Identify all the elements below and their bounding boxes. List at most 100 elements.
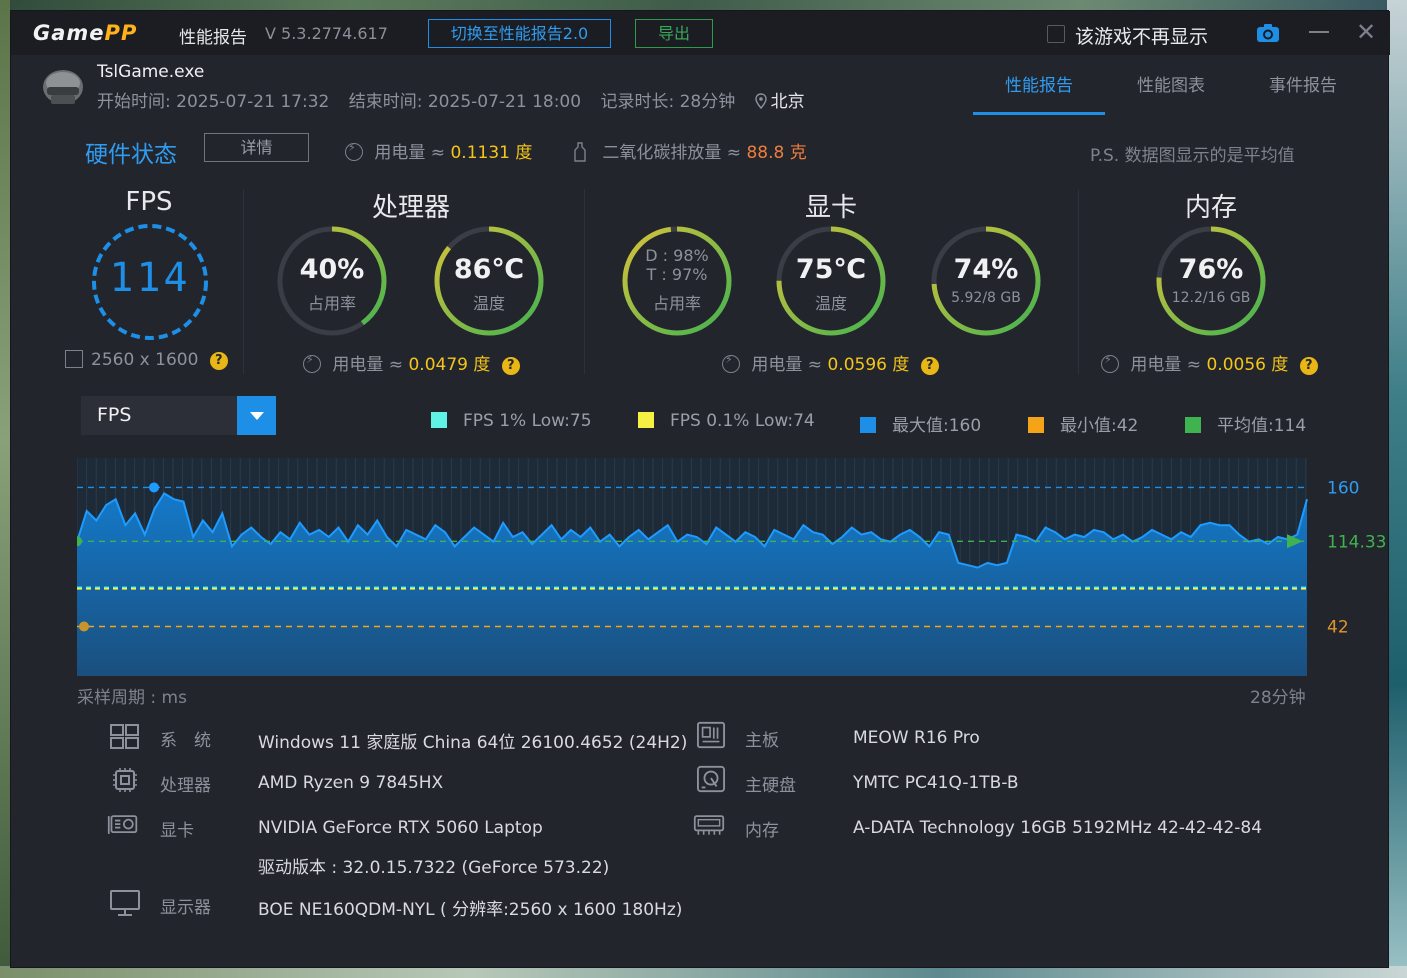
memory-usage-value: 76% <box>1178 254 1244 285</box>
fps-gauge: 114 <box>90 222 210 342</box>
help-icon[interactable]: ? <box>209 352 228 370</box>
gpu-section-title: 显卡 <box>804 193 857 223</box>
power-icon <box>345 141 363 161</box>
max-value-label: 160 <box>1327 478 1359 498</box>
legend-label: 最小值:42 <box>1060 416 1139 436</box>
windows-icon <box>110 724 139 749</box>
motherboard-icon <box>697 721 725 749</box>
export-button[interactable]: 导出 <box>635 19 713 48</box>
legend-item: FPS 0.1% Low:74 <box>638 411 815 431</box>
legend-swatch <box>431 412 447 428</box>
total-power-value: 0.1131 度 <box>450 143 533 163</box>
record-duration: 记录时长: 28分钟 <box>600 92 736 112</box>
minimize-icon[interactable] <box>1309 31 1329 33</box>
os-value: Windows 11 家庭版 China 64位 26100.4652 (24H… <box>258 733 688 753</box>
help-icon[interactable]: ? <box>1299 357 1318 375</box>
dont-show-label[interactable]: 该游戏不再显示 <box>1075 22 1208 49</box>
title-bar: GamePP 性能报告 V 5.3.2774.617 切换至性能报告2.0 导出… <box>11 11 1390 55</box>
details-button[interactable]: 详情 <box>204 133 309 162</box>
cpu-temp-value: 86℃ <box>453 254 525 285</box>
monitor-label: 显示器 <box>160 898 211 918</box>
memory-power-value: 0.0056 度 <box>1206 355 1289 375</box>
cpu-power-label: 用电量 ≈ <box>332 355 404 375</box>
power-icon <box>722 353 740 373</box>
monitor-value: BOE NE160QDM-NYL ( 分辨率:2560 x 1600 180Hz… <box>258 900 683 920</box>
memory-usage-gauge: 76% 12.2/16 GB <box>1154 224 1268 338</box>
tab-performance-chart[interactable]: 性能图表 <box>1105 65 1237 115</box>
legend-label: FPS 0.1% Low:74 <box>670 411 815 431</box>
dont-show-checkbox[interactable] <box>1047 25 1065 43</box>
cpu-power-usage: 用电量 ≈ 0.0479 度 ? <box>303 350 520 375</box>
gpu-card-icon <box>107 815 138 834</box>
average-note: P.S. 数据图显示的是平均值 <box>1090 146 1295 166</box>
help-icon[interactable]: ? <box>501 357 520 375</box>
cpu-power-value: 0.0479 度 <box>408 355 491 375</box>
desktop-wallpaper-left <box>0 0 10 978</box>
min-marker <box>79 621 89 632</box>
os-label: 系 统 <box>160 731 211 751</box>
metric-dropdown-value: FPS <box>97 404 132 426</box>
gpu-d-usage: D : 98% <box>645 246 709 265</box>
gpu-temp-value: 75℃ <box>795 254 867 285</box>
motherboard-value: MEOW R16 Pro <box>853 728 980 748</box>
cpu-value: AMD Ryzen 9 7845HX <box>258 773 444 793</box>
tab-event-report[interactable]: 事件报告 <box>1237 65 1369 115</box>
co2-label: 二氧化碳排放量 ≈ <box>602 143 742 163</box>
metric-dropdown[interactable]: FPS <box>81 396 276 435</box>
legend-swatch <box>638 412 654 428</box>
app-title: 性能报告 <box>179 28 247 48</box>
gpu-power-value: 0.0596 度 <box>827 355 910 375</box>
legend-item: 最大值:160 <box>860 411 981 436</box>
legend-item: 平均值:114 <box>1185 411 1306 436</box>
legend-swatch <box>860 417 876 433</box>
memory-power-label: 用电量 ≈ <box>1130 355 1202 375</box>
memory-usage-detail: 12.2/16 GB <box>1171 290 1251 306</box>
legend-label: 最大值:160 <box>892 416 982 436</box>
motherboard-label: 主板 <box>745 731 779 751</box>
location-pin-icon <box>754 93 767 109</box>
power-icon <box>1101 353 1119 373</box>
gpu-value: NVIDIA GeForce RTX 5060 Laptop <box>258 818 543 838</box>
co2-emission: 二氧化碳排放量 ≈ 88.8 克 <box>573 138 807 163</box>
cpu-section-title: 处理器 <box>371 193 450 223</box>
fps-section-title: FPS <box>125 187 173 217</box>
x-axis-end-label: 28分钟 <box>1250 688 1306 708</box>
gpu-vram-detail: 5.92/8 GB <box>951 290 1021 306</box>
gpu-temp-gauge: 75℃ 温度 <box>774 224 888 338</box>
disk-value: YMTC PC41Q-1TB-B <box>853 773 1019 793</box>
tab-performance-report[interactable]: 性能报告 <box>973 65 1105 115</box>
fps-chart[interactable]: 160 114.33 42 <box>77 454 1387 679</box>
cpu-temp-label: 温度 <box>472 294 505 313</box>
total-power-usage: 用电量 ≈ 0.1131 度 <box>345 138 532 163</box>
app-version: V 5.3.2774.617 <box>265 24 388 43</box>
logo-text: Game <box>33 21 105 45</box>
co2-value: 88.8 克 <box>746 143 807 163</box>
performance-report-window: GamePP 性能报告 V 5.3.2774.617 切换至性能报告2.0 导出… <box>10 10 1390 968</box>
disk-label: 主硬盘 <box>745 776 796 796</box>
gpu-power-label: 用电量 ≈ <box>751 355 823 375</box>
legend-item: 最小值:42 <box>1028 411 1138 436</box>
camera-icon[interactable] <box>1256 23 1280 43</box>
screen-size-icon <box>65 350 83 368</box>
cpu-usage-label: 占用率 <box>307 294 356 313</box>
section-divider <box>584 189 585 374</box>
game-exe-name: TslGame.exe <box>97 62 205 82</box>
close-icon[interactable]: ✕ <box>1355 20 1377 44</box>
gpu-usage-label: 占用率 <box>652 294 701 313</box>
gpu-vram-value: 74% <box>953 254 1019 285</box>
gpu-usage-gauge: D : 98% T : 97% 占用率 <box>620 224 734 338</box>
min-value-label: 42 <box>1327 618 1349 638</box>
game-helmet-icon <box>43 70 83 104</box>
help-icon[interactable]: ? <box>920 357 939 375</box>
location-city: 北京 <box>770 92 805 112</box>
switch-report-button[interactable]: 切换至性能报告2.0 <box>428 19 611 48</box>
chevron-down-icon[interactable] <box>237 396 276 435</box>
gpu-label: 显卡 <box>160 821 194 841</box>
cpu-chip-icon <box>113 768 137 792</box>
legend-item: FPS 1% Low:75 <box>431 411 592 431</box>
memory-power-usage: 用电量 ≈ 0.0056 度 ? <box>1101 350 1318 375</box>
max-marker <box>149 482 159 493</box>
memory-section-title: 内存 <box>1184 193 1237 223</box>
logo-accent-text: PP <box>104 21 138 45</box>
legend-label: 平均值:114 <box>1217 416 1307 436</box>
